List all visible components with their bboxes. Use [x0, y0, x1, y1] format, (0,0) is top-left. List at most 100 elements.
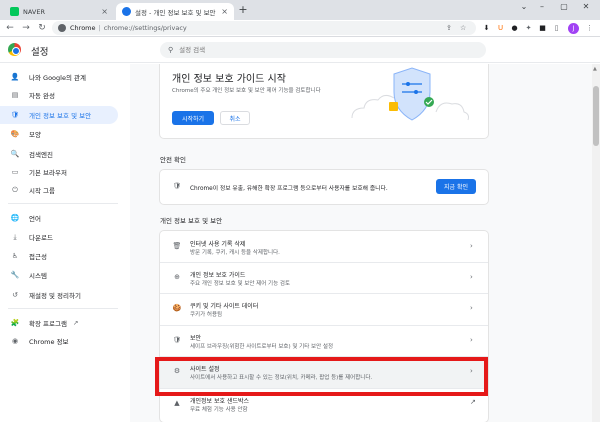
main-scrollbar[interactable]: ▲: [592, 64, 600, 422]
privacy-guide-description: Chrome의 주요 개인 정보 보호 및 보안 제어 기능을 검토합니다: [172, 88, 321, 94]
close-tab-icon[interactable]: ×: [221, 7, 228, 16]
chevron-right-icon: ›: [470, 273, 473, 281]
row-subtitle: 방문 기록, 쿠키, 캐시 등을 삭제합니다.: [190, 250, 280, 256]
sidebar-item-label: Chrome 정보: [29, 338, 69, 346]
menu-kebab-icon[interactable]: ⋮: [585, 24, 594, 33]
external-link-icon: ↗: [72, 319, 79, 327]
settings-search[interactable]: ⚲: [160, 42, 486, 58]
privacy-guide-title: 개인 정보 보호 가이드 시작: [172, 74, 286, 85]
row-clear-browsing-data[interactable]: 🗑 인터넷 사용 기록 삭제 방문 기록, 쿠키, 캐시 등을 삭제합니다. ›: [160, 231, 488, 262]
close-window-button[interactable]: ✕: [578, 2, 594, 11]
address-url: chrome://settings/privacy: [103, 24, 187, 32]
privacy-guide-icon: ⊕: [174, 273, 180, 281]
settings-search-input[interactable]: [179, 46, 460, 54]
settings-sidebar: 👤 나와 Google의 관계 ▤ 자동 완성 🛡 개인 정보 보호 및 보안 …: [0, 64, 130, 422]
tab-settings[interactable]: 설정 - 개인 정보 보호 및 보안 ×: [116, 3, 234, 20]
sidebar-item-on-startup[interactable]: ⏻ 시작 그룹: [0, 181, 118, 199]
close-tab-icon[interactable]: ×: [101, 7, 108, 16]
sidebar-item-accessibility[interactable]: ♿ 접근성: [0, 247, 118, 265]
power-icon: ⏻: [12, 185, 18, 194]
start-guide-button[interactable]: 시작하기: [172, 111, 214, 125]
chrome-site-icon: [58, 24, 66, 32]
profile-avatar[interactable]: J: [568, 23, 579, 34]
sidebar-item-label: 접근성: [29, 253, 47, 261]
accessibility-icon: ♿: [11, 252, 19, 260]
privacy-guide-illustration-icon: [351, 67, 469, 121]
browser-window-icon: ▭: [11, 168, 19, 176]
row-title: 개인정보 보호 샌드박스: [190, 398, 250, 405]
chrome-logo-icon: [8, 43, 21, 56]
sidebar-item-label: 나와 Google의 관계: [29, 74, 86, 82]
privacy-guide-card: 개인 정보 보호 가이드 시작 Chrome의 주요 개인 정보 보호 및 보안…: [160, 64, 488, 138]
maximize-button[interactable]: ▢: [556, 2, 572, 11]
autofill-icon: ▤: [11, 91, 19, 99]
scrollbar-thumb[interactable]: [593, 86, 599, 146]
sidebar-item-default-browser[interactable]: ▭ 기본 브라우저: [0, 163, 118, 181]
bookmark-star-icon[interactable]: ☆: [460, 24, 466, 32]
reset-icon: ↺: [12, 291, 18, 299]
sidebar-item-system[interactable]: 🔧 시스템: [0, 266, 118, 284]
sidebar-item-label: 모양: [29, 131, 41, 139]
puzzle-icon: 🧩: [10, 319, 20, 327]
minimize-button[interactable]: –: [534, 2, 550, 11]
extension-u-icon[interactable]: U: [496, 24, 505, 33]
row-title: 인터넷 사용 기록 삭제: [190, 241, 246, 248]
chevron-right-icon: ›: [470, 336, 473, 344]
row-subtitle: 무료 체험 기능 사용 안함: [190, 407, 248, 413]
security-shield-icon: 🛡: [172, 336, 182, 344]
privacy-security-heading: 개인 정보 보호 및 보안: [160, 217, 223, 225]
reload-button[interactable]: ↻: [36, 22, 48, 34]
address-scheme: Chrome: [70, 24, 96, 32]
sidebar-item-reset[interactable]: ↺ 재설정 및 정리하기: [0, 286, 118, 304]
sidebar-item-languages[interactable]: 🌐 언어: [0, 209, 118, 227]
row-title: 쿠키 및 기타 사이트 데이터: [190, 303, 259, 310]
sidebar-item-search-engine[interactable]: 🔍 검색엔진: [0, 145, 118, 163]
row-security[interactable]: 🛡 보안 세이프 브라우징(위험한 사이트로부터 보호) 및 기타 보안 설정 …: [160, 326, 488, 356]
sidebar-item-appearance[interactable]: 🎨 모양: [0, 125, 118, 143]
back-button[interactable]: ←: [4, 22, 16, 34]
sidebar-item-label: 언어: [29, 215, 41, 223]
address-separator: |: [98, 24, 101, 32]
extension-square-icon[interactable]: ■: [538, 24, 547, 33]
sidebar-item-extensions[interactable]: 🧩 확장 프로그램 ↗: [0, 314, 118, 332]
sidebar-item-about-chrome[interactable]: ◉ Chrome 정보: [0, 332, 118, 350]
row-subtitle: 쿠키가 허용됨: [190, 312, 223, 318]
extension-dark-icon[interactable]: ●: [510, 24, 519, 33]
row-privacy-guide[interactable]: ⊕ 개인 정보 보호 가이드 주요 개인 정보 보호 및 보안 제어 기능 검토…: [160, 263, 488, 293]
extension-icon[interactable]: ⬇: [482, 24, 491, 33]
row-subtitle: 주요 개인 정보 보호 및 보안 제어 기능 검토: [190, 281, 291, 287]
extensions-puzzle-icon[interactable]: ✦: [524, 24, 533, 33]
check-now-button[interactable]: 지금 확인: [436, 179, 476, 194]
sidebar-item-privacy[interactable]: 🛡 개인 정보 보호 및 보안: [0, 106, 118, 124]
row-title: 개인 정보 보호 가이드: [190, 272, 246, 279]
settings-gear-favicon-icon: [122, 7, 131, 16]
address-bar[interactable]: Chrome | chrome://settings/privacy: [52, 21, 476, 35]
side-panel-icon[interactable]: ▯: [552, 24, 561, 33]
tab-naver[interactable]: NAVER ×: [4, 3, 114, 20]
sidebar-item-downloads[interactable]: ⤓ 다운로드: [0, 228, 118, 246]
tab-search-chevron-icon[interactable]: ⌄: [516, 2, 532, 11]
cancel-guide-button[interactable]: 취소: [220, 111, 250, 125]
share-icon[interactable]: ⇪: [446, 24, 452, 32]
sidebar-item-you-and-google[interactable]: 👤 나와 Google의 관계: [0, 68, 118, 86]
search-icon: 🔍: [10, 150, 20, 158]
naver-favicon-icon: [10, 7, 19, 16]
safety-check-text: Chrome이 정보 유출, 유해한 확장 프로그램 등으로부터 사용자를 보호…: [190, 186, 388, 192]
sidebar-item-autofill[interactable]: ▤ 자동 완성: [0, 86, 118, 104]
forward-button[interactable]: →: [20, 22, 32, 34]
sidebar-item-label: 시작 그룹: [29, 187, 55, 195]
scroll-up-arrow-icon[interactable]: ▲: [593, 66, 597, 72]
sidebar-item-label: 검색엔진: [29, 151, 53, 159]
chevron-right-icon: ›: [470, 304, 473, 312]
person-icon: 👤: [10, 73, 20, 81]
trash-icon: 🗑: [172, 242, 182, 250]
row-cookies[interactable]: 🍪 쿠키 및 기타 사이트 데이터 쿠키가 허용됨 ›: [160, 294, 488, 325]
new-tab-button[interactable]: +: [236, 3, 250, 17]
site-settings-highlight-box: [155, 357, 488, 396]
sidebar-item-label: 기본 브라우저: [29, 169, 67, 177]
settings-header: 설정 ⚲: [0, 37, 600, 63]
sidebar-item-label: 재설정 및 정리하기: [29, 292, 81, 300]
sidebar-divider: [8, 203, 118, 204]
chrome-icon: ◉: [11, 337, 19, 345]
sidebar-item-label: 확장 프로그램: [29, 320, 67, 328]
